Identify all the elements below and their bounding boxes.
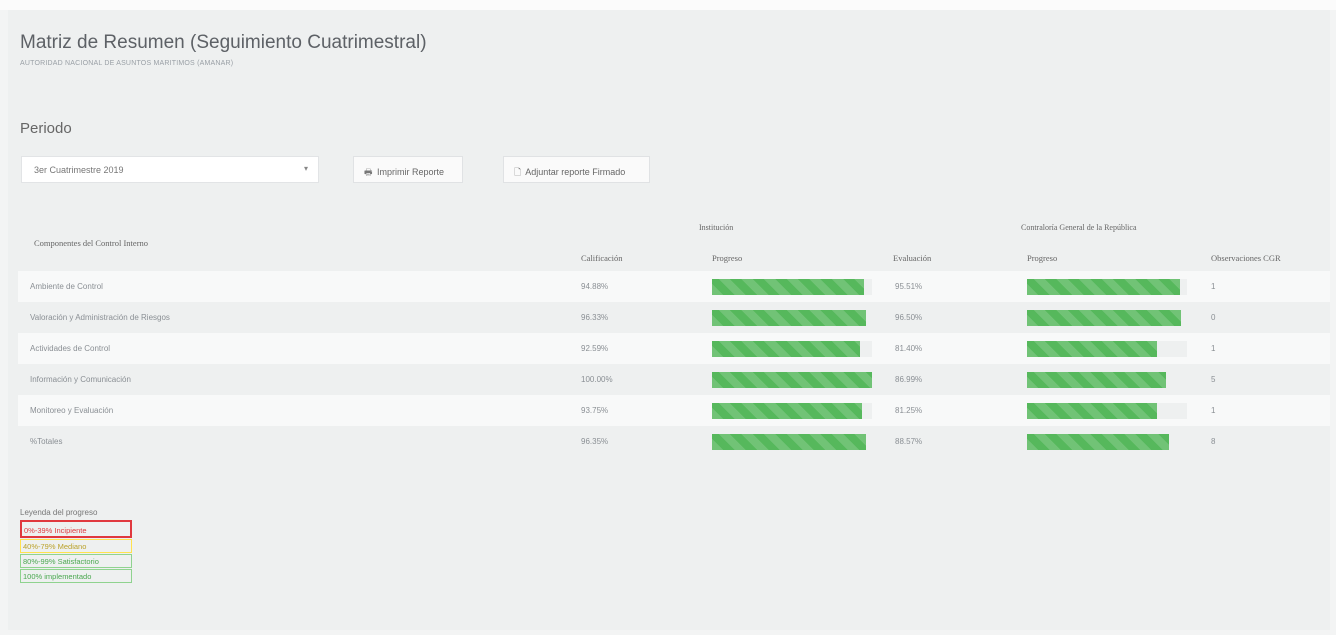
cell-componente: Información y Comunicación (30, 375, 131, 384)
group-contraloria: Contraloría General de la República (1021, 223, 1137, 232)
caret-down-icon: ▾ (303, 164, 308, 173)
legend-title: Leyenda del progreso (20, 508, 98, 517)
progress-cgr (1027, 372, 1187, 388)
cell-observaciones: 1 (1211, 282, 1216, 291)
cell-observaciones: 0 (1211, 313, 1216, 322)
cell-calificacion: 96.35% (581, 437, 609, 446)
period-select[interactable]: 3er Cuatrimestre 2019 ▾ (21, 156, 319, 183)
progress-cgr (1027, 279, 1187, 295)
print-report-button[interactable]: 🖶 Imprimir Reporte (353, 156, 463, 183)
cell-observaciones: 1 (1211, 406, 1216, 415)
cell-componente: %Totales (30, 437, 63, 446)
progress-institucion (712, 403, 872, 419)
progress-institucion-fill (712, 310, 867, 326)
cell-observaciones: 8 (1211, 437, 1216, 446)
period-select-value: 3er Cuatrimestre 2019 (34, 165, 124, 175)
progress-institucion-fill (712, 403, 862, 419)
header-evaluacion: Evaluación (893, 253, 932, 263)
progress-institucion (712, 310, 872, 326)
header-componentes: Componentes del Control Interno (34, 238, 149, 248)
file-icon: 🗋 (514, 167, 522, 177)
progress-cgr (1027, 434, 1187, 450)
cell-calificacion: 96.33% (581, 313, 609, 322)
progress-institucion (712, 279, 872, 295)
progress-cgr-fill (1027, 279, 1180, 295)
attach-signed-report-button[interactable]: 🗋 Adjuntar reporte Firmado (503, 156, 650, 183)
table-row: Ambiente de Control 94.88% 95.51% 1 (18, 271, 1330, 302)
progress-institucion (712, 341, 872, 357)
group-institucion: Institución (699, 223, 734, 232)
progress-institucion-fill (712, 341, 861, 357)
legend-item-incipiente: 0%-39% Incipiente (20, 520, 132, 538)
legend-item-implementado: 100% implementado (20, 569, 132, 583)
cell-evaluacion: 86.99% (895, 375, 923, 384)
header-progreso-institucion: Progreso (712, 253, 743, 263)
progress-institucion-fill (712, 434, 867, 450)
progress-cgr (1027, 341, 1187, 357)
summary-panel: Matriz de Resumen (Seguimiento Cuatrimes… (8, 10, 1330, 630)
period-label: Periodo (20, 120, 72, 137)
cell-calificacion: 93.75% (581, 406, 609, 415)
cell-componente: Actividades de Control (30, 344, 111, 353)
cell-observaciones: 5 (1211, 375, 1216, 384)
cell-componente: Ambiente de Control (30, 282, 103, 291)
cell-evaluacion: 96.50% (895, 313, 923, 322)
table-row: Información y Comunicación 100.00% 86.99… (18, 364, 1330, 395)
attach-signed-report-label: Adjuntar reporte Firmado (525, 167, 626, 177)
progress-cgr-fill (1027, 341, 1158, 357)
cell-componente: Monitoreo y Evaluación (30, 406, 114, 415)
print-report-label: Imprimir Reporte (377, 167, 445, 177)
cell-evaluacion: 81.40% (895, 344, 923, 353)
cell-evaluacion: 81.25% (895, 406, 923, 415)
progress-cgr (1027, 403, 1187, 419)
cell-calificacion: 92.59% (581, 344, 609, 353)
progress-institucion (712, 434, 872, 450)
cell-calificacion: 94.88% (581, 282, 609, 291)
cell-calificacion: 100.00% (581, 375, 613, 384)
progress-cgr-fill (1027, 434, 1169, 450)
progress-institucion-fill (712, 372, 872, 388)
progress-cgr-fill (1027, 372, 1167, 388)
print-icon: 🖶 (364, 167, 373, 177)
top-strip (0, 0, 1336, 10)
header-calificacion: Calificación (581, 253, 623, 263)
progress-cgr-fill (1027, 310, 1182, 326)
table-row-totales: %Totales 96.35% 88.57% 8 (18, 426, 1330, 457)
page-subtitle: AUTORIDAD NACIONAL DE ASUNTOS MARITIMOS … (20, 60, 234, 67)
progress-cgr (1027, 310, 1187, 326)
cell-observaciones: 1 (1211, 344, 1216, 353)
cell-evaluacion: 95.51% (895, 282, 923, 291)
table-row: Valoración y Administración de Riesgos 9… (18, 302, 1330, 333)
legend-item-satisfactorio: 80%-99% Satisfactorio (20, 554, 132, 568)
progress-institucion-fill (712, 279, 864, 295)
progress-cgr-fill (1027, 403, 1157, 419)
page-title: Matriz de Resumen (Seguimiento Cuatrimes… (20, 32, 427, 53)
cell-evaluacion: 88.57% (895, 437, 923, 446)
header-observaciones: Observaciones CGR (1211, 253, 1281, 263)
legend-item-mediano: 40%-79% Mediano (20, 539, 132, 553)
progress-institucion (712, 372, 872, 388)
header-progreso-cgr: Progreso (1027, 253, 1058, 263)
cell-componente: Valoración y Administración de Riesgos (30, 313, 170, 322)
table-row: Actividades de Control 92.59% 81.40% 1 (18, 333, 1330, 364)
table-row: Monitoreo y Evaluación 93.75% 81.25% 1 (18, 395, 1330, 426)
